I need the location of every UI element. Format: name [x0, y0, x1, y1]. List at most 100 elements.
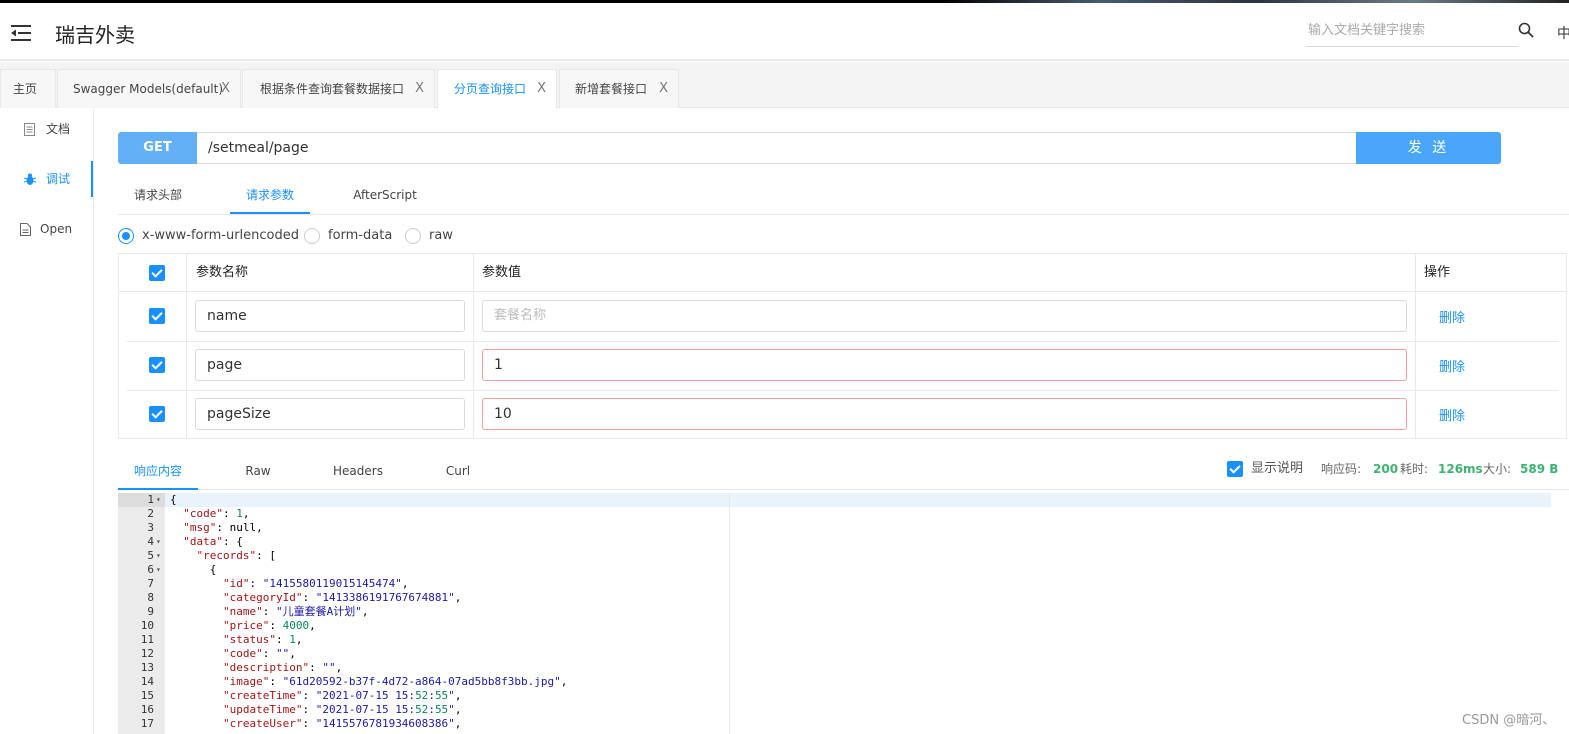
radio-label: raw [429, 228, 453, 243]
sidebar-item-label: 调试 [46, 172, 71, 186]
sidebar-item-debug[interactable]: 调试 [0, 161, 93, 197]
show-description-label: 显示说明 [1251, 461, 1304, 476]
request-tabs: 请求头部 请求参数 AfterScript [118, 178, 1569, 215]
row-checkbox[interactable] [149, 406, 165, 422]
url-input[interactable]: /setmeal/page [197, 132, 1357, 164]
code-line: { [170, 493, 177, 506]
tab-afterscript[interactable]: AfterScript [340, 178, 430, 214]
param-name-input[interactable]: pageSize [195, 398, 465, 430]
sidebar-item-open[interactable]: Open [0, 211, 93, 247]
tab-home[interactable]: 主页 [0, 69, 56, 108]
header-action: 操作 [1424, 265, 1451, 280]
tab-raw[interactable]: Raw [228, 454, 288, 490]
send-button[interactable]: 发 送 [1356, 132, 1501, 164]
code-line: "records": [ [196, 549, 276, 562]
line-number: 5 [147, 549, 154, 562]
delete-link[interactable]: 删除 [1439, 307, 1465, 326]
line-number: 11 [140, 633, 154, 646]
tab-label: 分页查询接口 [454, 82, 527, 96]
radio-label: form-data [328, 228, 393, 243]
bug-icon [24, 173, 36, 185]
show-description-checkbox[interactable] [1227, 461, 1243, 477]
sidebar-item-label: Open [40, 222, 73, 236]
time-value: 126ms [1438, 462, 1483, 476]
tab-request-params[interactable]: 请求参数 [230, 178, 310, 214]
param-name-input[interactable]: name [195, 300, 465, 332]
select-all-checkbox[interactable] [149, 265, 165, 281]
param-name-input[interactable]: page [195, 349, 465, 381]
tab-headers[interactable]: Headers [324, 454, 392, 490]
fold-toggle-icon[interactable]: ▾ [156, 563, 164, 577]
tab-request-headers[interactable]: 请求头部 [118, 178, 198, 214]
sidebar: 文档 调试 Open [0, 109, 94, 734]
tab-label: 根据条件查询套餐数据接口 [260, 82, 405, 96]
response-code-editor[interactable]: 1 ▾ 2 3 4 ▾ 5 ▾ 6 ▾ 7 8 9 10 11 12 13 14 15 16 17 { "code": … [118, 493, 1551, 734]
size-value: 589 B [1520, 462, 1559, 476]
line-number: 15 [140, 689, 154, 702]
tab-swagger-models[interactable]: Swagger Models(default) X [57, 69, 241, 108]
code-line: "data": { [183, 535, 243, 548]
code-line: "code": 1, [183, 507, 250, 520]
status-code-label: 响应码: [1321, 462, 1362, 476]
sidebar-item-label: 文档 [46, 122, 71, 136]
code-line: "code": "", [222, 647, 296, 660]
search-icon[interactable] [1518, 22, 1534, 38]
header-param-value: 参数值 [482, 265, 522, 280]
line-number: 10 [140, 619, 154, 632]
param-value-input[interactable]: 10 [482, 398, 1407, 430]
code-line: "id": "1415580119015145474", [222, 577, 409, 590]
param-table: 参数名称 参数值 操作 name 套餐名称 删除 page 1 删除 pageS… [118, 253, 1567, 439]
menu-fold-icon[interactable] [11, 24, 33, 42]
tab-label: 主页 [13, 82, 38, 96]
tab-response-content[interactable]: 响应内容 [118, 454, 198, 490]
language-switch[interactable]: 中 [1557, 23, 1569, 43]
tab-page-query[interactable]: 分页查询接口 X [437, 69, 557, 109]
line-number: 7 [147, 577, 154, 590]
close-icon[interactable]: X [537, 70, 546, 108]
fold-toggle-icon[interactable]: ▾ [156, 549, 164, 563]
file-icon [20, 223, 31, 236]
http-method-badge[interactable]: GET [118, 132, 197, 164]
close-icon[interactable]: X [415, 70, 424, 108]
fold-toggle-icon[interactable]: ▾ [156, 493, 164, 507]
document-icon [24, 123, 35, 136]
row-divider [127, 390, 1559, 391]
editor-gutter: 1 ▾ 2 3 4 ▾ 5 ▾ 6 ▾ 7 8 9 10 11 12 13 14 15 16 17 [118, 493, 165, 734]
delete-link[interactable]: 删除 [1439, 405, 1465, 424]
param-value-input[interactable]: 套餐名称 [482, 300, 1407, 332]
tab-curl[interactable]: Curl [432, 454, 484, 490]
code-line: "price": 4000, [222, 619, 316, 632]
delete-link[interactable]: 删除 [1439, 356, 1465, 375]
watermark: CSDN @暗河、 [1462, 713, 1556, 728]
search-input[interactable] [1306, 15, 1506, 45]
fold-toggle-icon[interactable]: ▾ [156, 535, 164, 549]
line-number: 3 [147, 521, 154, 534]
line-number: 16 [140, 703, 154, 716]
code-line: "name": "儿童套餐A计划", [222, 605, 369, 618]
tab-query-setmeal[interactable]: 根据条件查询套餐数据接口 X [242, 69, 435, 108]
code-line: "createTime": "2021-07-15 15:52:55", [222, 689, 462, 702]
code-line: "updateTime": "2021-07-15 15:52:55", [222, 703, 462, 716]
row-checkbox[interactable] [149, 357, 165, 373]
line-number: 17 [140, 717, 154, 730]
code-line: "description": "", [222, 661, 343, 674]
sidebar-item-docs[interactable]: 文档 [0, 111, 93, 147]
line-number: 9 [147, 605, 154, 618]
size-label: 大小: [1483, 462, 1512, 476]
tab-add-setmeal[interactable]: 新增套餐接口 X [559, 69, 679, 108]
code-line: "status": 1, [222, 633, 303, 646]
close-icon[interactable]: X [221, 70, 230, 108]
line-number: 4 [147, 535, 154, 548]
line-number: 6 [147, 563, 154, 576]
param-value-input[interactable]: 1 [482, 349, 1407, 381]
request-url-bar: GET /setmeal/page 发 送 [118, 132, 1501, 164]
row-checkbox[interactable] [149, 308, 165, 324]
column-divider [1415, 254, 1416, 438]
header-param-name: 参数名称 [196, 265, 249, 280]
app-header: 瑞吉外卖 中 [0, 3, 1569, 61]
close-icon[interactable]: X [659, 70, 668, 108]
column-divider [473, 254, 474, 438]
radio-label: x-www-form-urlencoded [142, 228, 300, 243]
tab-label: 新增套餐接口 [575, 82, 648, 96]
code-line: "msg": null, [183, 521, 263, 534]
